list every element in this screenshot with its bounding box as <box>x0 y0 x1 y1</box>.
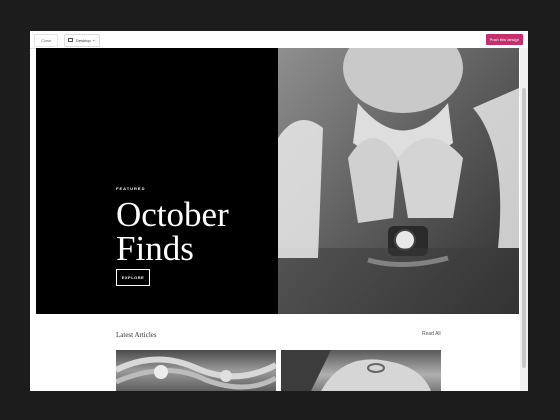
hero-eyebrow: FEATURED <box>116 186 146 191</box>
close-button[interactable]: Close <box>34 34 59 47</box>
preview-toolbar: Close Desktop ⌄ Push this design <box>30 31 528 49</box>
chevron-down-icon: ⌄ <box>91 37 96 43</box>
monitor-icon <box>68 38 73 42</box>
scroll-thumb[interactable] <box>522 88 526 368</box>
hero-image <box>278 31 519 314</box>
latest-articles-heading: Latest Articles <box>116 331 157 339</box>
hero-section: FEATURED October Finds EXPLORE <box>36 31 519 314</box>
article-card[interactable] <box>116 350 276 391</box>
device-select[interactable]: Desktop ⌄ <box>64 34 100 47</box>
article-card[interactable] <box>281 350 441 391</box>
hero-text-panel: FEATURED October Finds EXPLORE <box>36 48 278 314</box>
preview-window: Close Desktop ⌄ Push this design FEATURE… <box>30 31 528 391</box>
push-design-button[interactable]: Push this design <box>485 34 523 45</box>
hero-photo-art <box>278 31 519 314</box>
device-select-label: Desktop <box>76 38 91 43</box>
hand-ring-image <box>281 350 431 391</box>
read-all-link[interactable]: Read All <box>422 331 441 337</box>
hero-title: October Finds <box>116 195 229 268</box>
explore-button[interactable]: EXPLORE <box>116 269 150 286</box>
bracelets-image <box>116 356 276 390</box>
scrollbar[interactable] <box>520 48 528 391</box>
